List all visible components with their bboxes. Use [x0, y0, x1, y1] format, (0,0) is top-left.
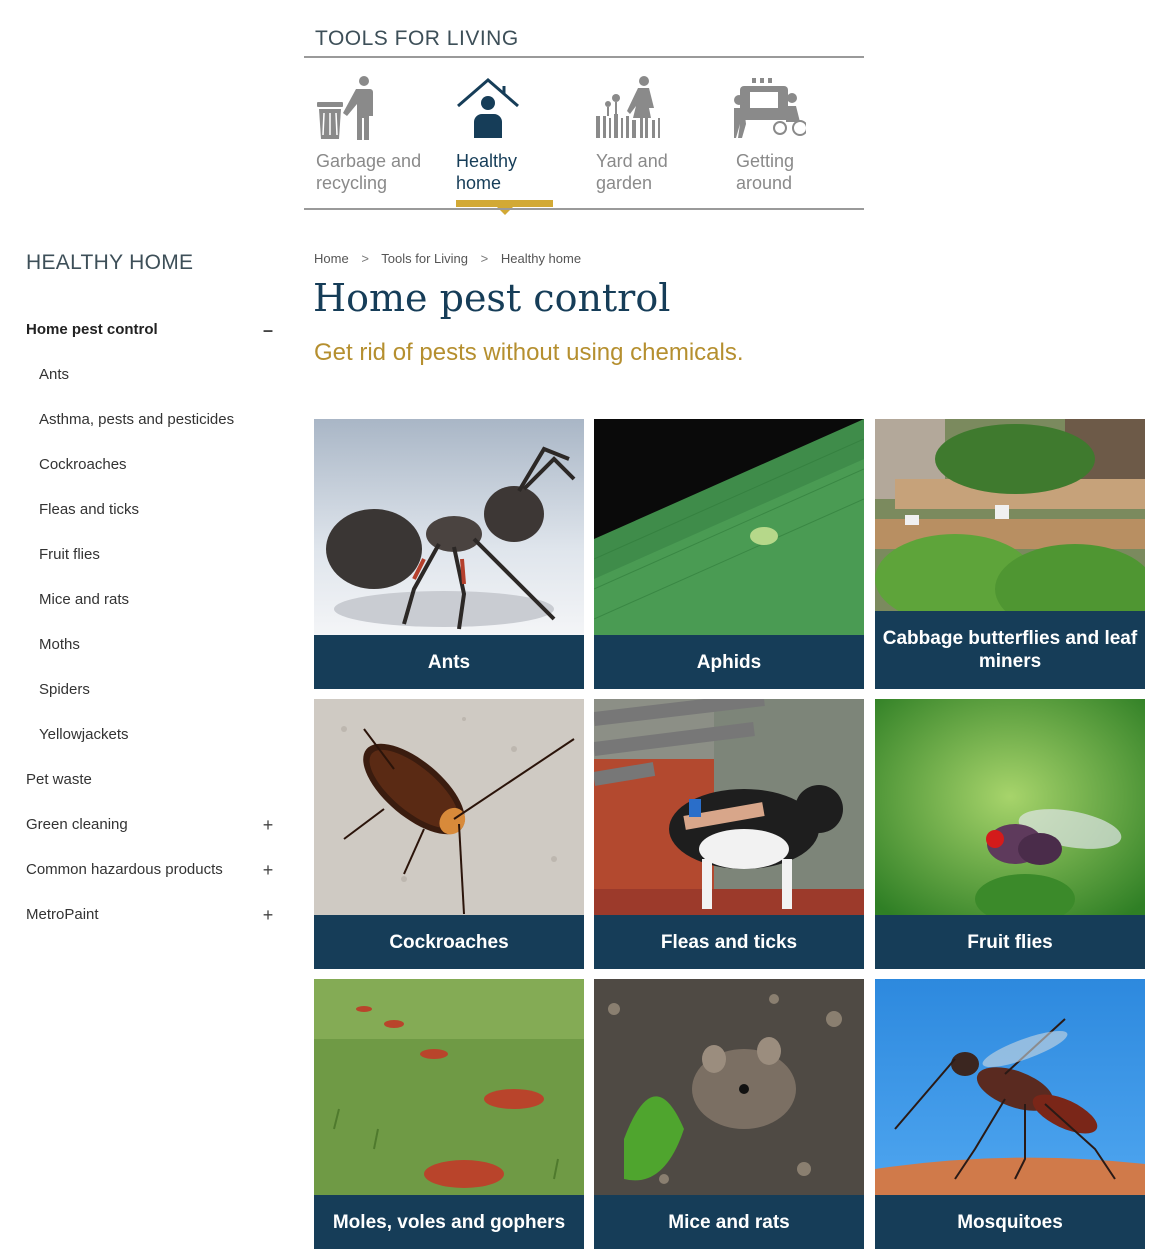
ant-image	[314, 419, 584, 636]
page-title: Home pest control	[313, 276, 671, 320]
sidebar-item-label: Common hazardous products	[26, 861, 223, 878]
garden-bed-image	[875, 419, 1145, 636]
breadcrumb-separator: >	[361, 251, 369, 266]
pest-card-mice-rats[interactable]: Mice and rats	[594, 979, 864, 1249]
mouse-image	[594, 979, 864, 1196]
pest-card-cockroaches[interactable]: Cockroaches	[314, 699, 584, 969]
nav-item-garbage-recycling[interactable]: Garbage and recycling	[304, 72, 424, 206]
sidebar-item-metropaint[interactable]: MetroPaint +	[26, 901, 278, 946]
nav-item-label: Yard and garden	[596, 151, 668, 193]
sidebar-item-label: Mice and rats	[39, 591, 130, 608]
expand-icon[interactable]: +	[258, 811, 278, 839]
pest-card-mosquitoes[interactable]: Mosquitoes	[875, 979, 1145, 1249]
mole-hills-image	[314, 979, 584, 1196]
nav-item-healthy-home[interactable]: Healthy home	[444, 72, 564, 206]
pest-card-label: Moles, voles and gophers	[314, 1195, 584, 1249]
expand-icon[interactable]: +	[258, 856, 278, 884]
sidebar-item-common-hazardous-products[interactable]: Common hazardous products +	[26, 856, 278, 901]
sidebar-item-label: Pet waste	[26, 771, 92, 788]
pest-card-label: Fruit flies	[875, 915, 1145, 969]
fruit-fly-image	[875, 699, 1145, 916]
sidebar-item-asthma-pests-pesticides[interactable]: Asthma, pests and pesticides	[26, 406, 278, 451]
pest-card-grid: Ants Aphids Cabbage butterflies and leaf…	[314, 419, 1146, 1250]
breadcrumb-tools-for-living-link[interactable]: Tools for Living	[381, 251, 468, 266]
sidebar-item-home-pest-control[interactable]: Home pest control –	[26, 316, 278, 361]
sidebar-item-label: Cockroaches	[39, 456, 127, 473]
breadcrumb-current: Healthy home	[500, 251, 582, 266]
cockroach-image	[314, 699, 584, 916]
sidebar-item-label: MetroPaint	[26, 906, 99, 923]
sidebar-item-spiders[interactable]: Spiders	[26, 676, 278, 721]
pest-card-ants[interactable]: Ants	[314, 419, 584, 689]
yard-garden-icon	[596, 76, 660, 138]
active-tab-indicator	[456, 200, 553, 207]
nav-item-yard-garden[interactable]: Yard and garden	[584, 72, 704, 206]
pest-card-label: Cockroaches	[314, 915, 584, 969]
sidebar-menu: Home pest control – Ants Asthma, pests a…	[26, 316, 278, 946]
sidebar-item-label: Yellowjackets	[39, 726, 129, 743]
page-subtitle: Get rid of pests without using chemicals…	[314, 339, 744, 366]
sidebar-item-cockroaches[interactable]: Cockroaches	[26, 451, 278, 496]
sidebar-item-label: Moths	[39, 636, 80, 653]
breadcrumb-home-link[interactable]: Home	[314, 251, 349, 266]
sidebar-title: HEALTHY HOME	[26, 251, 194, 274]
sidebar-item-label: Ants	[39, 366, 70, 383]
sidebar-item-fruit-flies[interactable]: Fruit flies	[26, 541, 278, 586]
sidebar-item-label: Green cleaning	[26, 816, 128, 833]
cat-brushing-image	[594, 699, 864, 916]
mosquito-image	[875, 979, 1145, 1196]
breadcrumb: Home > Tools for Living > Healthy home	[314, 249, 581, 269]
sidebar-item-label: Spiders	[39, 681, 90, 698]
sidebar-item-pet-waste[interactable]: Pet waste	[26, 766, 278, 811]
getting-around-icon	[734, 78, 806, 138]
sidebar-item-label: Asthma, pests and pesticides	[39, 411, 235, 428]
pest-card-label: Ants	[314, 635, 584, 689]
nav-item-label: Getting around	[736, 151, 795, 193]
aphid-image	[594, 419, 864, 636]
nav-item-label: Garbage and recycling	[316, 151, 422, 193]
pest-card-label: Fleas and ticks	[594, 915, 864, 969]
expand-icon[interactable]: +	[258, 901, 278, 929]
pest-card-label: Aphids	[594, 635, 864, 689]
sidebar-item-moths[interactable]: Moths	[26, 631, 278, 676]
pest-card-fruit-flies[interactable]: Fruit flies	[875, 699, 1145, 969]
nav-item-label: Healthy home	[456, 151, 518, 193]
sidebar-item-yellowjackets[interactable]: Yellowjackets	[26, 721, 278, 766]
sidebar-item-fleas-ticks[interactable]: Fleas and ticks	[26, 496, 278, 541]
sidebar-item-label: Home pest control	[26, 321, 158, 338]
pest-card-fleas-ticks[interactable]: Fleas and ticks	[594, 699, 864, 969]
sidebar: HEALTHY HOME Home pest control – Ants As…	[26, 248, 278, 925]
nav-bottom-divider	[304, 208, 864, 210]
tools-for-living-title: TOOLS FOR LIVING	[315, 27, 519, 50]
sidebar-item-mice-rats[interactable]: Mice and rats	[26, 586, 278, 631]
pest-card-cabbage-butterflies[interactable]: Cabbage butterflies and leaf miners	[875, 419, 1145, 689]
pest-card-moles-voles-gophers[interactable]: Moles, voles and gophers	[314, 979, 584, 1249]
tools-for-living-nav: TOOLS FOR LIVING Garbage and recycling H…	[304, 24, 864, 215]
garbage-recycling-icon	[317, 76, 373, 140]
pest-card-aphids[interactable]: Aphids	[594, 419, 864, 689]
sidebar-item-green-cleaning[interactable]: Green cleaning +	[26, 811, 278, 856]
sidebar-item-label: Fruit flies	[39, 546, 100, 563]
sidebar-item-label: Fleas and ticks	[39, 501, 140, 518]
healthy-home-icon	[457, 78, 519, 138]
nav-item-getting-around[interactable]: Getting around	[724, 72, 844, 206]
pest-card-label: Mice and rats	[594, 1195, 864, 1249]
pest-card-label: Cabbage butterflies and leaf miners	[875, 611, 1145, 689]
nav-top-divider	[304, 56, 864, 58]
breadcrumb-separator: >	[480, 251, 489, 266]
pest-card-label: Mosquitoes	[875, 1195, 1145, 1249]
collapse-icon[interactable]: –	[258, 316, 278, 344]
sidebar-item-ants[interactable]: Ants	[26, 361, 278, 406]
